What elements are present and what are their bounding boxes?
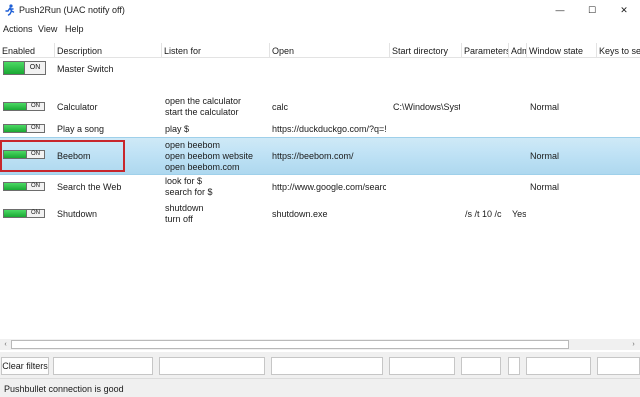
table-row-selected[interactable]: ON Beebom open beebom open beebom websit… <box>0 137 640 175</box>
description-cell: Play a song <box>57 124 105 134</box>
listen-for-filter-input[interactable] <box>159 357 265 375</box>
column-header-parameters[interactable]: Parameters <box>462 43 509 58</box>
listen-phrase: open beebom website <box>165 151 254 161</box>
scrollbar-thumb[interactable] <box>11 340 569 349</box>
toggle-knob: ON <box>26 102 45 111</box>
title-bar: Push2Run (UAC notify off) — ☐ ✕ <box>0 0 640 20</box>
maximize-icon: ☐ <box>587 4 597 15</box>
listen-phrase: open beebom.com <box>165 162 240 172</box>
table-row[interactable]: ON Search the Web look for $ search for … <box>0 176 640 201</box>
table-row[interactable]: ON Play a song play $ https://duckduckgo… <box>0 122 640 136</box>
admin-filter-input[interactable] <box>508 357 520 375</box>
close-button[interactable]: ✕ <box>609 0 639 20</box>
enabled-toggle[interactable]: ON <box>3 61 46 75</box>
listen-for-cell: open the calculator start the calculator <box>165 96 241 118</box>
listen-phrase: shutdown <box>165 203 204 213</box>
enabled-toggle[interactable]: ON <box>3 102 45 111</box>
open-cell: shutdown.exe <box>272 209 328 219</box>
commands-grid: Enabled Description Listen for Open Star… <box>0 40 640 340</box>
toggle-knob: ON <box>26 182 45 191</box>
listen-phrase: look for $ <box>165 176 203 186</box>
window-state-cell: Normal <box>530 151 560 161</box>
enabled-toggle[interactable]: ON <box>3 209 45 218</box>
column-header-enabled[interactable]: Enabled <box>0 43 55 58</box>
toggle-fill <box>4 151 26 158</box>
toggle-fill <box>4 103 26 110</box>
listen-for-cell: shutdown turn off <box>165 203 204 225</box>
status-bar: Pushbullet connection is good <box>0 378 640 397</box>
minimize-icon: — <box>555 5 565 15</box>
toggle-fill <box>4 62 24 74</box>
start-directory-cell: C:\Windows\System32 <box>393 102 460 112</box>
window-state-cell: Normal <box>530 102 560 112</box>
toggle-fill <box>4 210 26 217</box>
listen-for-cell: open beebom open beebom website open bee… <box>165 140 253 173</box>
listen-phrase: start the calculator <box>165 107 239 117</box>
enabled-toggle[interactable]: ON <box>3 124 45 133</box>
parameters-cell: /s /t 10 /c <box>465 209 502 219</box>
description-cell: Master Switch <box>57 64 114 74</box>
menu-help[interactable]: Help <box>65 24 84 34</box>
description-cell: Search the Web <box>57 182 122 192</box>
listen-for-cell: play $ <box>165 124 189 135</box>
toggle-fill <box>4 125 26 132</box>
listen-for-cell: look for $ search for $ <box>165 176 213 198</box>
listen-phrase: open the calculator <box>165 96 242 106</box>
column-header-keys-to-send[interactable]: Keys to send <box>597 43 640 58</box>
column-header-start-directory[interactable]: Start directory <box>390 43 462 58</box>
table-row[interactable]: ON Calculator open the calculator start … <box>0 96 640 120</box>
horizontal-scrollbar[interactable]: ‹ › <box>0 339 640 350</box>
listen-phrase: search for $ <box>165 187 213 197</box>
column-header-admin[interactable]: Admin <box>509 43 527 58</box>
admin-cell: Yes <box>512 209 526 219</box>
table-row[interactable]: ON Master Switch <box>0 59 640 84</box>
window-title: Push2Run (UAC notify off) <box>19 5 125 15</box>
minimize-button[interactable]: — <box>545 0 575 20</box>
menu-actions[interactable]: Actions <box>3 24 33 34</box>
open-cell: https://beebom.com/ <box>272 151 354 161</box>
column-header-listen-for[interactable]: Listen for <box>162 43 270 58</box>
scroll-right-icon[interactable]: › <box>629 340 638 349</box>
toggle-fill <box>4 183 26 190</box>
keys-to-send-filter-input[interactable] <box>597 357 640 375</box>
filter-bar: Clear filters <box>0 352 640 378</box>
column-header-open[interactable]: Open <box>270 43 390 58</box>
maximize-button[interactable]: ☐ <box>577 0 607 20</box>
description-filter-input[interactable] <box>53 357 153 375</box>
open-cell: https://duckduckgo.com/?q=! <box>272 124 386 134</box>
enabled-toggle[interactable]: ON <box>3 182 45 191</box>
parameters-filter-input[interactable] <box>461 357 501 375</box>
toggle-knob: ON <box>26 209 45 218</box>
scroll-left-icon[interactable]: ‹ <box>1 340 10 349</box>
close-icon: ✕ <box>620 4 628 15</box>
listen-phrase: turn off <box>165 214 193 224</box>
menu-view[interactable]: View <box>38 24 57 34</box>
column-header-window-state[interactable]: Window state <box>527 43 597 58</box>
description-cell: Beebom <box>57 151 91 161</box>
enabled-toggle[interactable]: ON <box>3 150 45 159</box>
window-state-filter-input[interactable] <box>526 357 591 375</box>
status-text: Pushbullet connection is good <box>4 384 124 394</box>
open-cell: http://www.google.com/search <box>272 182 386 192</box>
toggle-knob: ON <box>24 61 46 75</box>
toggle-knob: ON <box>26 124 45 133</box>
start-directory-filter-input[interactable] <box>389 357 455 375</box>
listen-phrase: open beebom <box>165 140 221 150</box>
table-row[interactable]: ON Shutdown shutdown turn off shutdown.e… <box>0 202 640 228</box>
description-cell: Calculator <box>57 102 98 112</box>
open-cell: calc <box>272 102 289 112</box>
open-filter-input[interactable] <box>271 357 383 375</box>
description-cell: Shutdown <box>57 209 98 219</box>
listen-phrase: play $ <box>165 124 190 134</box>
running-man-icon <box>5 4 15 16</box>
toggle-knob: ON <box>26 150 45 159</box>
window-state-cell: Normal <box>530 182 560 192</box>
menu-bar: Actions View Help <box>0 21 640 38</box>
column-header-description[interactable]: Description <box>55 43 162 58</box>
clear-filters-button[interactable]: Clear filters <box>1 357 49 375</box>
grid-header: Enabled Description Listen for Open Star… <box>0 43 640 58</box>
